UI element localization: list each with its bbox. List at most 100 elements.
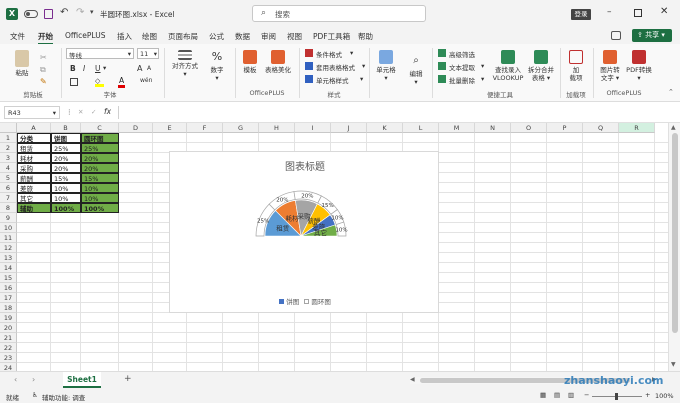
column-header-n[interactable]: N xyxy=(475,123,511,133)
row-header-9[interactable]: 9 xyxy=(0,213,17,223)
save-icon[interactable] xyxy=(44,9,53,19)
cell-c7[interactable]: 10% xyxy=(81,193,119,203)
cells-button[interactable]: 单元格 ▾ xyxy=(374,50,398,82)
fill-color-icon[interactable]: ◇ xyxy=(95,77,104,87)
menu-file[interactable]: 文件 xyxy=(10,31,25,42)
table-beautify-button[interactable]: 表格美化 xyxy=(262,50,294,74)
column-header-a[interactable]: A xyxy=(17,123,51,133)
vlookup-button[interactable]: 查找录入 VLOOKUP xyxy=(490,50,526,82)
add-sheet-button[interactable]: + xyxy=(124,374,132,384)
row-header-20[interactable]: 20 xyxy=(0,323,17,333)
row-header-17[interactable]: 17 xyxy=(0,293,17,303)
cell-c1[interactable]: 圆环图 xyxy=(81,133,119,143)
select-all-corner[interactable] xyxy=(0,123,17,133)
name-box[interactable]: R43 ▾ xyxy=(4,106,60,119)
column-header-m[interactable]: M xyxy=(439,123,475,133)
collapse-ribbon-icon[interactable]: ⌃ xyxy=(668,88,674,96)
worksheet-grid[interactable]: ABCDEFGHIJKLMNOPQR 1 2 3 4 5 6 7 8 9 10 11 12 13 14 15… xyxy=(0,123,668,371)
column-header-g[interactable]: G xyxy=(223,123,259,133)
scroll-up-icon[interactable]: ▲ xyxy=(671,124,676,131)
scroll-thumb[interactable] xyxy=(672,133,678,333)
column-header-o[interactable]: O xyxy=(511,123,547,133)
maximize-icon[interactable] xyxy=(634,9,642,17)
cell-c4[interactable]: 20% xyxy=(81,163,119,173)
page-break-view-icon[interactable]: ▥ xyxy=(568,391,574,399)
sheet-prev-icon[interactable]: ‹ xyxy=(14,375,17,384)
cell-b3[interactable]: 20% xyxy=(51,153,81,163)
chart-container[interactable]: 图表标题 租赁 耗材 采购 薪酬 差旅 其它 25% 20% 20% 15% 10% 10% 饼图 圆… xyxy=(169,151,439,313)
zoom-out-icon[interactable]: − xyxy=(584,391,589,399)
row-header-1[interactable]: 1 xyxy=(0,133,17,143)
cell-b8[interactable]: 100% xyxy=(51,203,81,213)
enter-icon[interactable]: ✓ xyxy=(91,108,96,116)
italic-button[interactable]: I xyxy=(83,64,85,73)
menu-insert[interactable]: 插入 xyxy=(117,31,132,42)
cell-b1[interactable]: 饼图 xyxy=(51,133,81,143)
menu-page-layout[interactable]: 页面布局 xyxy=(168,31,198,42)
zoom-slider[interactable] xyxy=(592,393,642,400)
column-header-b[interactable]: B xyxy=(51,123,81,133)
row-header-4[interactable]: 4 xyxy=(0,163,17,173)
alignment-button[interactable]: 对齐方式 ▾ xyxy=(170,50,200,78)
formula-input[interactable] xyxy=(118,106,676,119)
login-button[interactable]: 登录 xyxy=(571,9,591,20)
cut-icon[interactable]: ✂ xyxy=(40,53,47,62)
menu-officeplus[interactable]: OfficePLUS xyxy=(65,31,105,40)
normal-view-icon[interactable]: ▦ xyxy=(540,391,546,399)
copy-icon[interactable]: ⧉ xyxy=(40,65,46,75)
menu-formulas[interactable]: 公式 xyxy=(209,31,224,42)
cell-a2[interactable]: 租赁 xyxy=(17,143,51,153)
cell-a6[interactable]: 差旅 xyxy=(17,183,51,193)
column-header-r[interactable]: R xyxy=(619,123,655,133)
share-button[interactable]: ⇪ 共享 ▾ xyxy=(632,29,672,42)
cell-a8[interactable]: 辅助 xyxy=(17,203,51,213)
column-header-k[interactable]: K xyxy=(367,123,403,133)
vertical-scrollbar[interactable]: ▲ ▼ xyxy=(668,123,680,371)
zoom-level[interactable]: 100% xyxy=(655,392,674,400)
column-header-q[interactable]: Q xyxy=(583,123,619,133)
zoom-slider-thumb[interactable] xyxy=(615,393,618,400)
menu-draw[interactable]: 绘图 xyxy=(142,31,157,42)
bold-button[interactable]: B xyxy=(70,64,76,73)
cell-b7[interactable]: 10% xyxy=(51,193,81,203)
grow-font-button[interactable]: A xyxy=(137,64,142,73)
phonetic-button[interactable]: wén xyxy=(140,77,152,84)
cell-a4[interactable]: 采购 xyxy=(17,163,51,173)
column-header-i[interactable]: I xyxy=(295,123,331,133)
pdf-convert-button[interactable]: PDF转换 ▾ xyxy=(624,50,654,82)
column-header-h[interactable]: H xyxy=(259,123,295,133)
template-button[interactable]: 模板 xyxy=(240,50,260,74)
menu-pdf-tools[interactable]: PDF工具箱 xyxy=(313,31,350,42)
borders-icon[interactable] xyxy=(70,78,78,86)
menu-review[interactable]: 审阅 xyxy=(261,31,276,42)
redo-icon[interactable]: ↷ xyxy=(76,7,84,18)
format-painter-icon[interactable]: ✎ xyxy=(40,77,47,86)
customize-qat-icon[interactable]: ▾ xyxy=(90,8,94,16)
row-header-3[interactable]: 3 xyxy=(0,153,17,163)
page-layout-view-icon[interactable]: ▤ xyxy=(554,391,560,399)
row-header-8[interactable]: 8 xyxy=(0,203,17,213)
chevron-down-icon[interactable]: ▾ xyxy=(103,64,106,72)
row-header-11[interactable]: 11 xyxy=(0,233,17,243)
image-to-text-button[interactable]: 图片转 文字 ▾ xyxy=(596,50,624,82)
cell-c6[interactable]: 10% xyxy=(81,183,119,193)
row-header-5[interactable]: 5 xyxy=(0,173,17,183)
accessibility-status[interactable]: 辅助功能: 调查 xyxy=(42,392,85,402)
cell-b6[interactable]: 10% xyxy=(51,183,81,193)
column-header-d[interactable]: D xyxy=(119,123,153,133)
accessibility-icon[interactable]: ♿ xyxy=(32,391,38,399)
addins-button[interactable]: 加 载项 xyxy=(566,50,586,82)
column-header-f[interactable]: F xyxy=(187,123,223,133)
more-options-icon[interactable]: ⋮ xyxy=(66,108,73,116)
row-header-24[interactable]: 24 xyxy=(0,363,17,371)
row-header-21[interactable]: 21 xyxy=(0,333,17,343)
cell-a1[interactable]: 分类 xyxy=(17,133,51,143)
cell-c2[interactable]: 25% xyxy=(81,143,119,153)
minimize-icon[interactable]: – xyxy=(607,7,612,17)
zoom-in-icon[interactable]: + xyxy=(645,391,650,399)
number-format-button[interactable]: % 数字 ▾ xyxy=(207,50,227,82)
row-header-2[interactable]: 2 xyxy=(0,143,17,153)
row-header-10[interactable]: 10 xyxy=(0,223,17,233)
font-size-select[interactable]: 11 ▾ xyxy=(137,48,159,59)
cell-a7[interactable]: 其它 xyxy=(17,193,51,203)
